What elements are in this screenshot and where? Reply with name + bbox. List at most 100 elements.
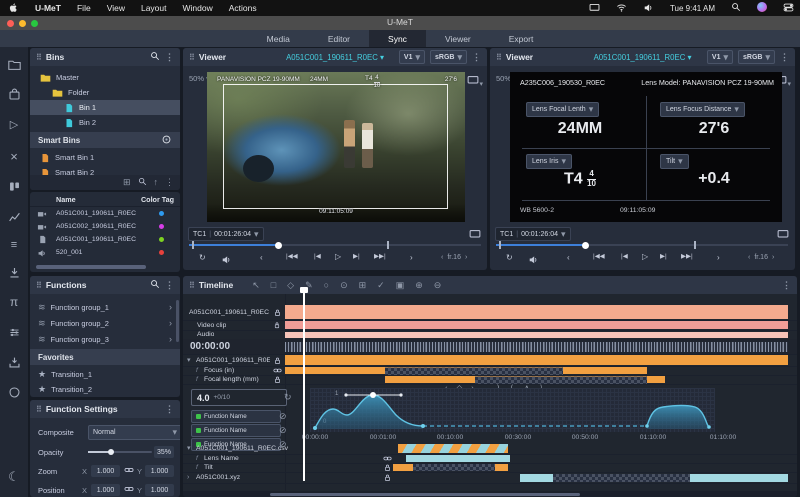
function-group-2[interactable]: ≋ Function group_2 › xyxy=(30,315,180,331)
drag-handle-icon[interactable]: ⠿ xyxy=(36,53,41,62)
bin-item-bin2[interactable]: Bin 2 xyxy=(30,115,180,130)
jump-forward-button[interactable]: › xyxy=(717,254,720,262)
viewer1-fullscreen-icon[interactable] xyxy=(469,227,481,245)
menu-app[interactable]: U-MeT xyxy=(27,3,69,13)
functions-menu-icon[interactable]: ⋮ xyxy=(165,281,174,290)
clip-focal-a[interactable] xyxy=(385,376,475,383)
go-to-start-button[interactable]: |◀◀ xyxy=(286,254,298,261)
opacity-value[interactable]: 35% xyxy=(154,446,174,458)
play-icon[interactable]: ▷ xyxy=(0,120,28,131)
jump-back-button[interactable]: ‹ xyxy=(567,254,570,262)
field-select-distance[interactable]: Lens Focus Distance▾ xyxy=(660,102,745,117)
vertical-scrollbar[interactable] xyxy=(176,300,179,342)
color-tag-dot[interactable] xyxy=(159,224,164,229)
siri-icon[interactable] xyxy=(749,2,775,14)
timeline-scroll-thumb[interactable] xyxy=(270,493,580,496)
clip-video-group[interactable] xyxy=(285,305,788,319)
track-row-video-group[interactable]: A051C001_190611_R0EC xyxy=(183,304,797,321)
bin-item-master[interactable]: Master xyxy=(30,70,180,85)
track-row-xyz[interactable]: › A051C001.xyz xyxy=(183,472,797,484)
select-tool-icon[interactable]: ↖ xyxy=(252,281,260,290)
audio-waveform[interactable] xyxy=(285,342,788,352)
clip-focus-a[interactable] xyxy=(285,367,385,374)
viewer2-fullscreen-icon[interactable] xyxy=(777,227,789,245)
clip-focal-b[interactable] xyxy=(647,376,665,383)
field-select-tilt[interactable]: Tilt▾ xyxy=(660,154,689,169)
jump-forward-button[interactable]: › xyxy=(410,254,413,262)
drag-handle-icon[interactable]: ⠿ xyxy=(36,281,41,290)
viewer2-out-marker[interactable] xyxy=(694,241,696,249)
go-to-end-button[interactable]: ▶▶| xyxy=(374,254,386,261)
color-tag-dot[interactable] xyxy=(159,250,164,255)
clip-tilt-a[interactable] xyxy=(393,464,413,471)
step-forward-button[interactable]: ▶| xyxy=(353,254,360,261)
link-icon[interactable] xyxy=(273,366,282,375)
clip-tilt-b[interactable] xyxy=(495,464,508,471)
zoom-out-tool-icon[interactable]: ⊖ xyxy=(434,281,442,290)
function-chip[interactable]: Function Name xyxy=(191,424,281,437)
chevron-right-icon[interactable]: › xyxy=(169,335,172,344)
footer-menu-icon[interactable]: ⋮ xyxy=(165,178,174,187)
check-tool-icon[interactable]: ✓ xyxy=(377,281,385,290)
pi-functions-icon[interactable]: π xyxy=(0,296,28,308)
rect-tool-icon[interactable]: □ xyxy=(271,281,276,290)
column-color-tag[interactable]: Color Tag xyxy=(141,195,174,204)
disable-function-icon[interactable]: ⊘ xyxy=(279,412,287,421)
jump-back-button[interactable]: ‹ xyxy=(260,254,263,262)
timeline-menu-icon[interactable]: ⋮ xyxy=(782,281,791,290)
drag-handle-icon[interactable]: ⠿ xyxy=(496,53,501,62)
lock-icon[interactable] xyxy=(273,321,281,329)
viewer1-timecode-display[interactable]: TC1|00:01:26:04▾ xyxy=(188,227,264,241)
horizontal-scrollbar[interactable] xyxy=(36,265,146,269)
go-to-end-button[interactable]: ▶▶| xyxy=(681,254,693,261)
column-name[interactable]: Name xyxy=(56,195,76,204)
add-clip-tool-icon[interactable]: ⊞ xyxy=(359,281,367,290)
table-row[interactable]: A051C001_190611_R0EC xyxy=(30,207,180,220)
table-row[interactable]: 520_001 xyxy=(30,246,180,259)
field-select-focal[interactable]: Lens Focal Lenth▾ xyxy=(526,102,599,117)
tab-editor[interactable]: Editor xyxy=(309,30,369,47)
keyframe-tool-icon[interactable]: ◇ xyxy=(287,281,294,290)
lock-icon[interactable] xyxy=(383,473,392,482)
smart-bin-1[interactable]: Smart Bin 1 xyxy=(30,150,180,165)
clip-video[interactable] xyxy=(285,321,788,329)
functions-search-icon[interactable] xyxy=(150,279,160,291)
volume-icon[interactable] xyxy=(635,2,662,15)
drag-handle-icon[interactable]: ⠿ xyxy=(189,53,194,62)
box-tool-icon[interactable]: ▣ xyxy=(396,281,405,290)
viewer2-timecode-display[interactable]: TC1|00:01:26:04▾ xyxy=(495,227,571,241)
control-center-icon[interactable] xyxy=(775,2,800,15)
expand-icon[interactable]: › xyxy=(187,474,189,481)
bin-item-bin1[interactable]: Bin 1 xyxy=(30,100,180,115)
opacity-slider-thumb[interactable] xyxy=(108,449,114,455)
table-row[interactable]: A051C002_190611_R0EC xyxy=(30,220,180,233)
audio-button[interactable] xyxy=(221,252,232,270)
menu-view[interactable]: View xyxy=(99,3,133,13)
timeline-playhead[interactable] xyxy=(303,293,305,481)
disable-function-icon[interactable]: ⊘ xyxy=(279,426,287,435)
viewer1-menu-icon[interactable]: ⋮ xyxy=(472,53,481,62)
lock-icon[interactable] xyxy=(273,356,282,365)
viewer1-colorspace-select[interactable]: sRGB▾ xyxy=(430,50,467,64)
track-row-focal[interactable]: f Focal length (mm) xyxy=(183,375,797,385)
projects-icon[interactable] xyxy=(0,88,28,101)
wifi-icon[interactable] xyxy=(608,2,635,15)
clip-focus-disabled[interactable] xyxy=(385,367,563,375)
bins-menu-icon[interactable]: ⋮ xyxy=(165,53,174,62)
go-to-start-button[interactable]: |◀◀ xyxy=(593,254,605,261)
tab-export[interactable]: Export xyxy=(490,30,553,47)
lock-icon[interactable] xyxy=(273,308,282,317)
viewer2-colorspace-select[interactable]: sRGB▾ xyxy=(738,50,775,64)
viewer1-in-marker[interactable] xyxy=(192,241,194,249)
viewer1-playhead-handle[interactable] xyxy=(275,242,282,249)
function-group-1[interactable]: ≋ Function group_1 › xyxy=(30,299,180,315)
composite-select[interactable]: Normal▾ xyxy=(88,425,180,440)
favorite-transition-2[interactable]: ★ Transition_2 xyxy=(30,381,180,397)
keyframe-value-input[interactable]: 4.0 +0/10 xyxy=(191,389,287,406)
chevron-right-icon[interactable]: › xyxy=(169,303,172,312)
link-icon[interactable] xyxy=(124,484,134,496)
viewer2-in-marker[interactable] xyxy=(499,241,501,249)
clip-lens-name[interactable] xyxy=(406,455,510,462)
frame-stepper[interactable]: ‹fr.16› xyxy=(441,254,467,261)
loop-button[interactable]: ↻ xyxy=(506,254,513,262)
